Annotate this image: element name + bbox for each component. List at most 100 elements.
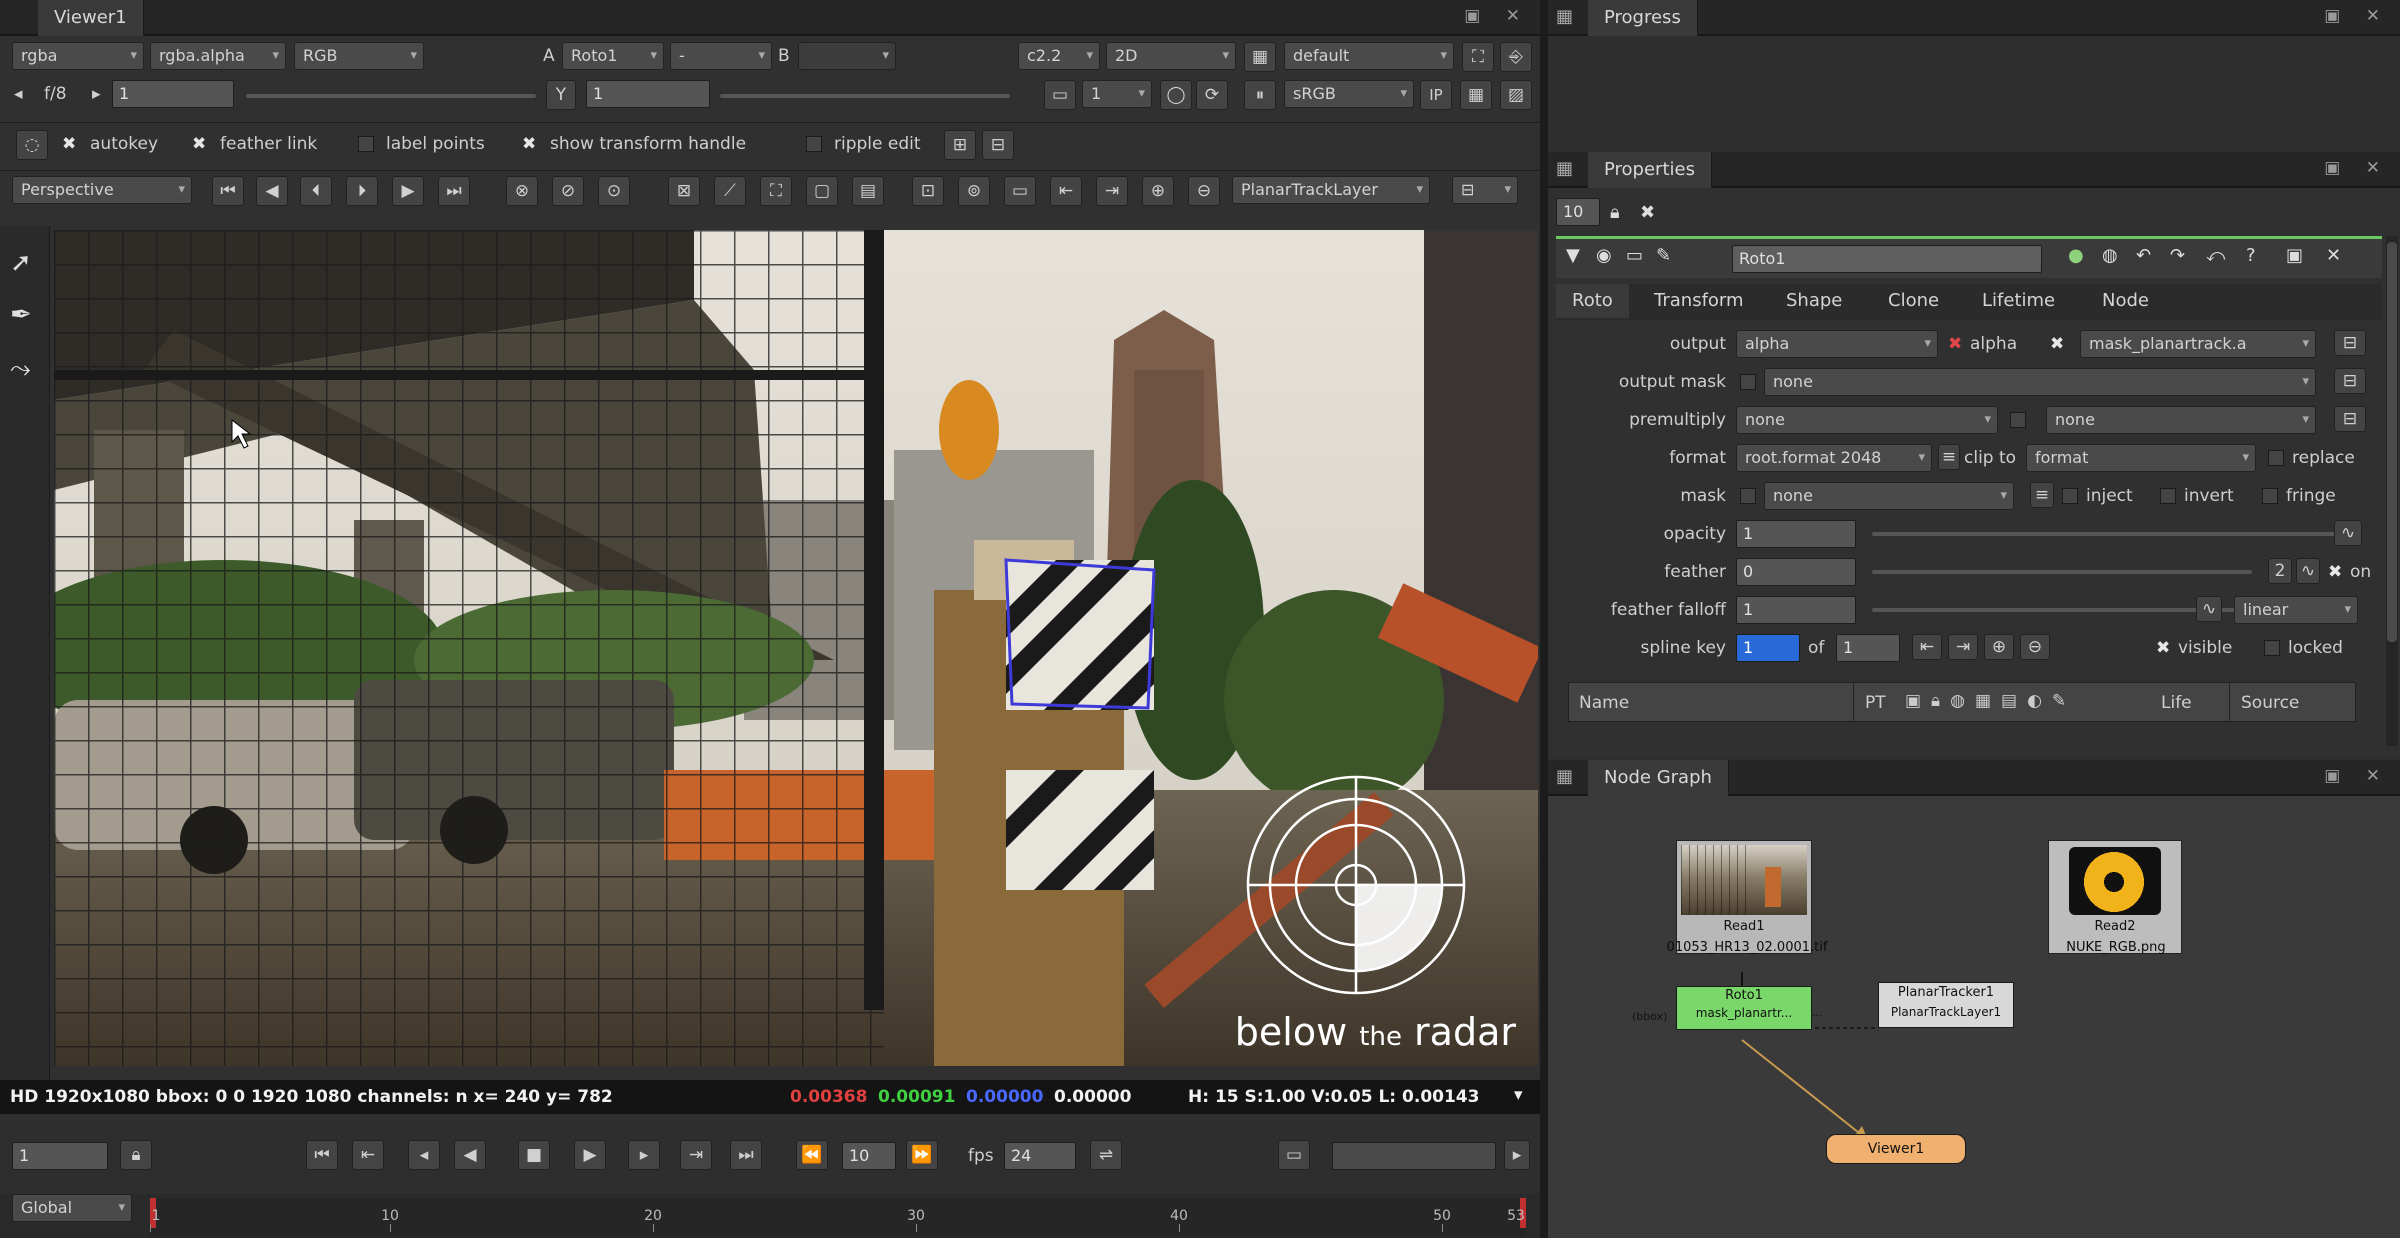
timeline-track[interactable]: 1 10 20 30 40 50 53 bbox=[150, 1198, 1526, 1236]
track-last-icon[interactable]: ⏭ bbox=[438, 176, 470, 206]
transform-mode-dropdown[interactable]: Perspective bbox=[12, 176, 192, 204]
undo-icon[interactable]: ↶ bbox=[2136, 245, 2151, 266]
clear-panels-icon[interactable]: ✖ bbox=[1640, 202, 1655, 223]
pane-float-close-icons[interactable]: ▣ ✕ bbox=[2324, 158, 2390, 178]
spline-key-prev-icon[interactable]: ⇤ bbox=[1912, 634, 1942, 660]
show-grid-icon[interactable]: ⊠ bbox=[668, 176, 700, 206]
key-add-icon[interactable]: ⊕ bbox=[1142, 176, 1174, 206]
prev-stop-icon[interactable]: ◂ bbox=[14, 80, 23, 108]
output-mask-checkbox[interactable] bbox=[1740, 374, 1756, 390]
lock-icon[interactable]: 🔒︎ bbox=[120, 1140, 152, 1170]
replace-checkbox[interactable] bbox=[2268, 450, 2284, 466]
clip-to-dropdown[interactable]: format bbox=[2026, 444, 2256, 472]
float-icon[interactable]: ▣ bbox=[2286, 245, 2303, 266]
node-roto1[interactable]: Roto1 mask_planartr... bbox=[1676, 986, 1812, 1030]
delete-key-icon[interactable]: ⊟ bbox=[982, 130, 1014, 160]
output-anim-icon[interactable]: ⊟ bbox=[2334, 330, 2366, 356]
timeline-scope-dropdown[interactable]: Global bbox=[12, 1194, 132, 1222]
clear-fwd-icon[interactable]: ⊙ bbox=[598, 176, 630, 206]
fps-field[interactable]: 24 bbox=[1004, 1142, 1076, 1170]
tab-transform[interactable]: Transform bbox=[1638, 284, 1760, 318]
channel-alpha-dropdown[interactable]: rgba.alpha bbox=[150, 42, 286, 70]
node-help-icon[interactable]: ✎ bbox=[1656, 245, 1671, 266]
show-transform-check-icon[interactable]: ✖ bbox=[522, 130, 536, 158]
gamma-y-button[interactable]: Y bbox=[546, 80, 576, 110]
proxy-icon[interactable]: ▭ bbox=[1044, 80, 1076, 110]
curves-name-header[interactable]: Name bbox=[1579, 689, 1629, 717]
tab-node-graph[interactable]: Node Graph bbox=[1588, 760, 1729, 796]
spline-key-remove-icon[interactable]: ⊖ bbox=[2020, 634, 2050, 660]
pause-icon[interactable]: ⏸ bbox=[1244, 80, 1276, 110]
next-stop-icon[interactable]: ▸ bbox=[92, 80, 101, 108]
autokey-check-icon[interactable]: ✖ bbox=[62, 130, 76, 158]
track-back-icon[interactable]: ◀ bbox=[256, 176, 288, 206]
mask-dropdown[interactable]: none bbox=[1764, 482, 2014, 510]
premultiply-checkbox[interactable] bbox=[2010, 412, 2026, 428]
tab-node[interactable]: Node bbox=[2086, 284, 2165, 318]
tab-roto[interactable]: Roto bbox=[1556, 284, 1629, 318]
fringe-checkbox[interactable] bbox=[2262, 488, 2278, 504]
colorspace-dropdown[interactable]: sRGB bbox=[1284, 80, 1414, 108]
pane-menu-icon[interactable]: ▦ bbox=[1556, 6, 1573, 27]
node-viewer1[interactable]: Viewer1 bbox=[1826, 1134, 1966, 1164]
invert-checkbox[interactable] bbox=[2160, 488, 2176, 504]
properties-scrollbar[interactable] bbox=[2386, 236, 2398, 746]
tab-clone[interactable]: Clone bbox=[1872, 284, 1955, 318]
feather-count-button[interactable]: 2 bbox=[2268, 558, 2292, 584]
clear-all-icon[interactable]: ⊗ bbox=[506, 176, 538, 206]
premultiply-dropdown[interactable]: none bbox=[1736, 406, 1998, 434]
align-icon[interactable]: ⊡ bbox=[912, 176, 944, 206]
spline-key-next-icon[interactable]: ⇥ bbox=[1948, 634, 1978, 660]
curves-col-icons[interactable]: ▣🔒︎◍▦▤◐✎ bbox=[1905, 691, 2076, 711]
max-panels-field[interactable]: 10 bbox=[1556, 198, 1600, 226]
locked-checkbox[interactable] bbox=[2264, 640, 2280, 656]
current-frame-field[interactable]: 1 bbox=[12, 1142, 108, 1170]
output-dropdown[interactable]: alpha bbox=[1736, 330, 1938, 358]
a-input-dropdown[interactable]: Roto1 bbox=[562, 42, 664, 70]
pane-float-close-icons[interactable]: ▣ ✕ bbox=[1464, 6, 1530, 26]
select-tool-icon[interactable]: ➚ bbox=[10, 248, 32, 278]
node-color2-icon[interactable]: ◍ bbox=[2102, 245, 2118, 266]
add-key-icon[interactable]: ⊞ bbox=[944, 130, 976, 160]
gain-slider[interactable] bbox=[246, 94, 536, 98]
pen-tool-icon[interactable]: ✒ bbox=[10, 300, 32, 330]
feather-falloff-slider[interactable] bbox=[1872, 608, 2242, 612]
pane-divider[interactable] bbox=[1540, 0, 1548, 1238]
prev-frame-icon[interactable]: ◂ bbox=[408, 1140, 440, 1170]
label-points-checkbox[interactable] bbox=[358, 136, 374, 152]
feather-falloff-anim-icon[interactable]: ∿ bbox=[2196, 596, 2222, 622]
ip-button[interactable]: IP bbox=[1420, 80, 1452, 110]
plane-icon[interactable]: ▢ bbox=[806, 176, 838, 206]
output-mask-dropdown[interactable]: none bbox=[1764, 368, 2316, 396]
collapse-icon[interactable]: ▼ bbox=[1566, 245, 1580, 266]
feather-anim-icon[interactable]: ∿ bbox=[2296, 558, 2320, 584]
tab-properties[interactable]: Properties bbox=[1588, 152, 1712, 188]
redo-icon[interactable]: ↷ bbox=[2170, 245, 2185, 266]
safe-area-icon[interactable]: ▨ bbox=[1500, 80, 1532, 110]
corner-pin-icon[interactable]: ⛶ bbox=[760, 176, 792, 206]
gain-value-field[interactable]: 1 bbox=[112, 80, 234, 108]
opacity-anim-icon[interactable]: ∿ bbox=[2334, 520, 2362, 546]
tool-options-dropdown[interactable]: ⊟ bbox=[1452, 176, 1518, 204]
ripple-edit-checkbox[interactable] bbox=[806, 136, 822, 152]
step-back-icon[interactable]: ⏪ bbox=[796, 1140, 828, 1170]
display-dropdown[interactable]: RGB bbox=[294, 42, 424, 70]
lock-panels-icon[interactable]: 🔒︎ bbox=[1610, 202, 1620, 223]
grid-icon[interactable]: ▤ bbox=[852, 176, 884, 206]
gamma-value-field[interactable]: 1 bbox=[586, 80, 710, 108]
track-back-step-icon[interactable]: ⏴ bbox=[300, 176, 332, 206]
node-planartracker1[interactable]: PlanarTracker1 PlanarTrackLayer1 bbox=[1878, 982, 2014, 1028]
lut-icon[interactable]: ▦ bbox=[1244, 42, 1276, 72]
lut-dropdown[interactable]: default bbox=[1284, 42, 1454, 70]
last-frame-icon[interactable]: ⏭ bbox=[730, 1140, 762, 1170]
visible-check-icon[interactable]: ✖ bbox=[2156, 634, 2170, 662]
properties-scroll-thumb[interactable] bbox=[2387, 242, 2397, 642]
premultiply-anim-icon[interactable]: ⊟ bbox=[2334, 406, 2366, 432]
track-fwd-step-icon[interactable]: ⏵ bbox=[346, 176, 378, 206]
pane-float-close-icons[interactable]: ▣ ✕ bbox=[2324, 766, 2390, 786]
opacity-slider[interactable] bbox=[1872, 532, 2342, 536]
tab-progress[interactable]: Progress bbox=[1588, 0, 1698, 36]
transport-menu-icon[interactable]: ▸ bbox=[1504, 1140, 1530, 1170]
gain-dropdown[interactable]: c2.2 bbox=[1018, 42, 1100, 70]
node-read1[interactable]: Read1 bbox=[1676, 840, 1812, 954]
